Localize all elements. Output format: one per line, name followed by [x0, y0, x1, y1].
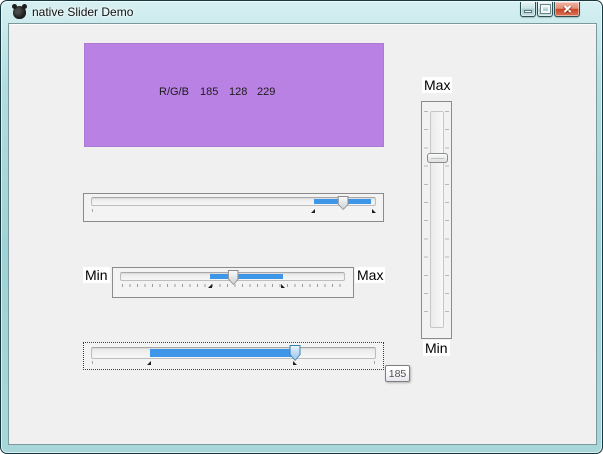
blue-slider-rail: [91, 343, 376, 369]
color-swatch: R/G/B 185 128 229: [84, 43, 384, 147]
minimize-button[interactable]: [520, 2, 536, 17]
blue-value: 229: [257, 86, 275, 98]
green-value: 128: [229, 86, 247, 98]
slider-value-tooltip: 185: [385, 365, 410, 382]
maximize-button[interactable]: [537, 2, 553, 17]
app-icon: [13, 6, 26, 19]
red-value: 185: [200, 86, 218, 98]
red-slider[interactable]: [83, 193, 384, 222]
vertical-slider-thumb[interactable]: [427, 153, 448, 163]
green-slider-thumb[interactable]: [228, 270, 239, 285]
red-slider-rail: [91, 194, 376, 221]
client-area: R/G/B 185 128 229 Min: [8, 23, 597, 445]
green-slider-min-label: Min: [83, 267, 110, 283]
window-title: native Slider Demo: [32, 5, 133, 19]
caption-buttons: [520, 2, 580, 17]
close-button[interactable]: [554, 2, 580, 17]
blue-slider-focused[interactable]: [83, 342, 384, 370]
app-window: native Slider Demo R/G/B 185 128 229: [0, 0, 603, 454]
minimize-icon: [524, 10, 532, 13]
close-icon: [562, 4, 573, 15]
green-slider-max-label: Max: [355, 267, 385, 283]
vertical-slider-max-label: Max: [422, 77, 452, 93]
green-slider[interactable]: [112, 267, 354, 298]
green-slider-rail: [120, 268, 345, 297]
vertical-slider-rail: [427, 111, 448, 328]
rgb-label: R/G/B: [159, 86, 189, 98]
vertical-slider-min-label: Min: [423, 340, 450, 356]
vertical-slider[interactable]: [421, 101, 452, 339]
maximize-icon: [541, 5, 550, 13]
red-slider-thumb[interactable]: [338, 196, 349, 210]
tooltip-value: 185: [389, 368, 407, 380]
blue-slider-thumb[interactable]: [290, 345, 301, 361]
title-bar[interactable]: native Slider Demo: [1, 1, 602, 23]
